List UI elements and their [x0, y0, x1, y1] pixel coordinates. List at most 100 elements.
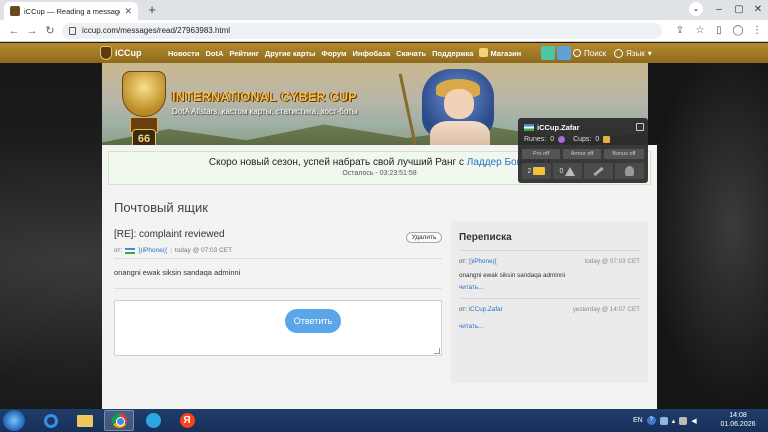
armor-status[interactable]: Armor off	[563, 149, 601, 159]
trophy-icon: 66	[116, 71, 172, 149]
thread-item-from: от: })iPhone({	[459, 258, 497, 265]
site-logo[interactable]: iCCup	[100, 46, 142, 60]
back-icon[interactable]: ←	[6, 23, 22, 39]
url-field[interactable]: iccup.com/messages/read/27963983.html	[62, 23, 662, 39]
bookmark-star-icon[interactable]: ☆	[692, 23, 708, 39]
close-window-button[interactable]: ✕	[747, 1, 768, 19]
profile-icon[interactable]: ◯	[730, 23, 746, 39]
page-title: Почтовый ящик	[114, 200, 208, 215]
nav-infobase[interactable]: Инфобаза	[353, 49, 391, 58]
nav-download[interactable]: Скачать	[396, 49, 426, 58]
folder-icon	[77, 414, 93, 427]
cup-icon	[603, 136, 611, 143]
settings-button[interactable]	[584, 163, 613, 179]
taskbar-chrome[interactable]	[104, 410, 134, 431]
delete-button[interactable]: Удалить	[406, 232, 442, 243]
language-selector[interactable]: Язык ▾	[614, 43, 652, 63]
message-body: onangni ewak siksin sandaqa adminni	[114, 268, 241, 277]
reply-textarea[interactable]	[114, 300, 442, 356]
iccup-logo-icon	[100, 46, 112, 60]
account-icon[interactable]	[557, 46, 571, 60]
tray-icon[interactable]	[659, 416, 668, 425]
top-navigation: iCCup Новости DotA Рейтинг Другие карты …	[0, 43, 768, 63]
chrome-icon	[111, 413, 127, 428]
language-label: Язык	[626, 48, 645, 58]
search-icon	[573, 49, 581, 57]
username-link[interactable]: iCCup.Zafar	[537, 123, 580, 132]
main-content: Скоро новый сезон, успей набрать свой лу…	[102, 145, 657, 409]
clock-date: 01.06.2026	[720, 421, 756, 428]
bonus-status[interactable]: Bonus off	[604, 149, 644, 159]
windows-taskbar: Я EN ? ▴ ◀ 14:08 01.06.2026	[0, 409, 768, 432]
user-quick-actions: 2 0	[522, 163, 644, 179]
forward-icon[interactable]: →	[24, 23, 40, 39]
pro-status[interactable]: Pro off	[522, 149, 560, 159]
main-menu: Новости DotA Рейтинг Другие карты Форум …	[168, 43, 521, 63]
url-text: iccup.com/messages/read/27963983.html	[82, 26, 231, 35]
divider	[114, 288, 442, 289]
system-tray: EN ? ▴ ◀	[633, 409, 697, 432]
conversation-title: Переписка	[459, 232, 512, 243]
nav-shop[interactable]: Магазин	[479, 48, 521, 58]
taskbar-yandex[interactable]: Я	[172, 410, 202, 431]
sender-link[interactable]: })iPhone({	[138, 247, 167, 254]
wrench-icon	[593, 166, 604, 176]
thread-read-link[interactable]: читать...	[459, 284, 483, 291]
banner-subtitle: DotA Allstars, кастом карты, статистика,…	[172, 107, 358, 116]
sent-time: today @ 07:03 CET	[174, 247, 233, 254]
warnings-button[interactable]: 0	[553, 163, 582, 179]
iccup-favicon-icon	[10, 6, 20, 16]
search-button[interactable]: Поиск	[573, 43, 606, 63]
share-icon[interactable]: ⇪	[672, 23, 688, 39]
thread-sender-link[interactable]: iCCup.Zafar	[469, 306, 503, 313]
tab-close-icon[interactable]: ✕	[124, 6, 132, 17]
nav-forum[interactable]: Форум	[321, 49, 346, 58]
banner-title: INTERNATIONAL CYBER CUP	[172, 90, 357, 104]
resize-handle-icon[interactable]	[434, 348, 440, 354]
messages-button[interactable]: 2	[522, 163, 551, 179]
taskbar-explorer[interactable]	[70, 410, 100, 431]
chevron-down-icon: ▾	[647, 48, 652, 58]
show-hidden-icons-icon[interactable]: ▴	[672, 417, 676, 425]
nav-other-maps[interactable]: Другие карты	[265, 49, 315, 58]
start-button[interactable]	[3, 410, 25, 431]
thread-read-link[interactable]: читать...	[459, 323, 483, 330]
thread-sender-link[interactable]: })iPhone({	[469, 258, 497, 265]
search-label: Поиск	[584, 48, 607, 58]
help-icon[interactable]: ?	[646, 416, 656, 425]
mail-icon	[533, 167, 546, 175]
reload-icon[interactable]: ↻	[42, 23, 58, 39]
taskbar-ie[interactable]	[36, 410, 66, 431]
new-tab-button[interactable]: +	[145, 3, 159, 17]
logout-icon[interactable]	[636, 123, 644, 131]
thread-item-date: yesterday @ 14:07 CET	[572, 306, 640, 313]
nav-support[interactable]: Поддержка	[432, 49, 473, 58]
volume-icon[interactable]: ◀	[691, 417, 696, 425]
tab-search-icon[interactable]: ⌄	[689, 2, 703, 16]
network-icon[interactable]	[679, 416, 688, 425]
nav-dota[interactable]: DotA	[205, 49, 223, 58]
divider	[114, 258, 442, 259]
browser-menu-icon[interactable]: ⋮	[749, 23, 765, 39]
game-icon[interactable]	[541, 46, 555, 60]
clock[interactable]: 14:08 01.06.2026	[716, 411, 760, 429]
language-indicator[interactable]: EN	[633, 417, 643, 424]
lock-icon	[69, 27, 76, 35]
flag-icon	[125, 247, 136, 254]
conversation-panel: Переписка от: })iPhone({ today @ 07:03 C…	[451, 221, 648, 383]
nav-rating[interactable]: Рейтинг	[229, 49, 259, 58]
logo-text: iCCup	[115, 48, 142, 58]
site-background: iCCup Новости DotA Рейтинг Другие карты …	[0, 43, 768, 409]
reply-button[interactable]: Ответить	[285, 309, 341, 333]
nav-news[interactable]: Новости	[168, 49, 199, 58]
sidebar-icon[interactable]: ▯	[711, 23, 727, 39]
minimize-button[interactable]: –	[708, 1, 730, 19]
browser-tab[interactable]: iCCup — Reading a message fro ✕	[4, 2, 138, 20]
profile-button[interactable]	[615, 163, 644, 179]
taskbar-telegram[interactable]	[138, 410, 168, 431]
thread-item-from: от: iCCup.Zafar	[459, 306, 503, 313]
telegram-icon	[145, 413, 161, 428]
message-meta: от: })iPhone({ | today @ 07:03 CET	[114, 247, 233, 254]
rune-icon	[558, 136, 566, 143]
tab-title: iCCup — Reading a message fro	[24, 6, 121, 16]
